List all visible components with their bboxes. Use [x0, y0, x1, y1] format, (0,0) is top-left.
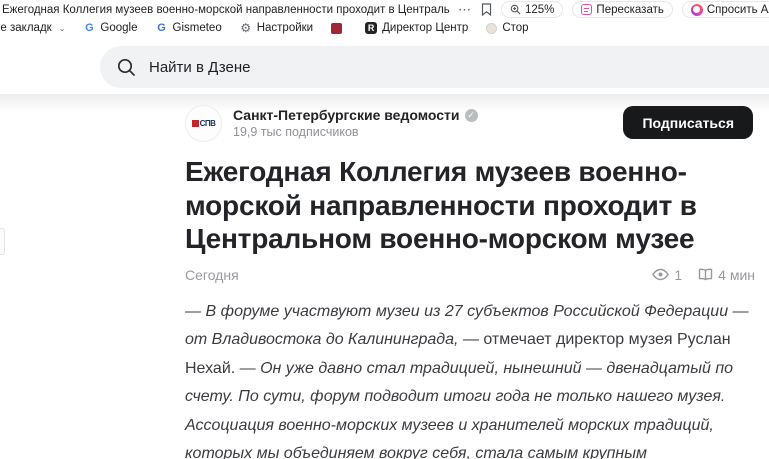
- bookmark-gismeteo-label: Gismeteo: [173, 22, 222, 34]
- retell-icon: [581, 4, 592, 15]
- search-placeholder: Найти в Дзене: [149, 59, 250, 76]
- bookmark-google[interactable]: G Google: [83, 22, 137, 34]
- avatar-red-square: [192, 120, 199, 127]
- search-input[interactable]: Найти в Дзене: [100, 46, 769, 88]
- gear-icon: ⚙: [240, 22, 252, 34]
- page-title-bar: Ежегодная Коллегия музеев военно-морской…: [2, 4, 450, 16]
- bookmark-stor[interactable]: Стор: [486, 22, 528, 34]
- ask-alice-button[interactable]: Спросить Алису А: [682, 1, 769, 18]
- publisher-avatar[interactable]: СПВ: [185, 105, 222, 142]
- quote-segment: — Он уже давно стал традицией, нынешний …: [185, 360, 745, 459]
- browser-toolbar: Ежегодная Коллегия музеев военно-морской…: [0, 0, 769, 19]
- browser-window: Ежегодная Коллегия музеев военно-морской…: [0, 0, 769, 459]
- rutube-icon: R: [365, 22, 377, 34]
- publisher-row: СПВ Санкт-Петербургские ведомости ✓ 19,9…: [185, 104, 755, 142]
- bookmark-google-label: Google: [100, 22, 137, 34]
- verified-badge-icon: ✓: [465, 109, 478, 122]
- bookmark-settings[interactable]: ⚙ Настройки: [240, 22, 313, 34]
- retell-label: Пересказать: [596, 4, 663, 16]
- views-icon: [652, 268, 669, 281]
- bookmarks-folder[interactable]: ие закладк ⌄: [0, 22, 65, 34]
- chevron-down-icon: ⌄: [59, 24, 66, 33]
- publisher-name[interactable]: Санкт-Петербургские ведомости: [233, 107, 460, 123]
- avatar-monogram: СПВ: [200, 119, 216, 128]
- read-time-icon: [698, 268, 713, 281]
- zoom-control[interactable]: 125%: [501, 1, 563, 18]
- article: СПВ Санкт-Петербургские ведомости ✓ 19,9…: [185, 104, 755, 459]
- views-count: 1: [674, 267, 682, 283]
- side-panel-handle[interactable]: [0, 228, 5, 255]
- bookmarks-folder-label: ие закладк: [0, 22, 52, 34]
- bookmark-gismeteo[interactable]: G Gismeteo: [156, 22, 222, 34]
- zoom-icon: [510, 4, 521, 15]
- read-time: 4 мин: [718, 267, 755, 283]
- google-icon: G: [83, 22, 95, 34]
- bookmark-director-label: Директор Центр: [382, 22, 468, 34]
- article-date: Сегодня: [185, 267, 239, 283]
- alice-icon: [691, 4, 703, 16]
- retell-button[interactable]: Пересказать: [572, 1, 672, 18]
- pale-favicon: [486, 23, 497, 34]
- subscribe-button[interactable]: Подписаться: [623, 106, 753, 139]
- bookmarks-bar: ие закладк ⌄ G Google G Gismeteo ⚙ Настр…: [0, 19, 769, 37]
- zoom-level: 125%: [525, 4, 554, 16]
- more-menu-icon[interactable]: ⋯: [458, 2, 472, 18]
- article-meta: Сегодня 1 4 мин: [185, 267, 755, 283]
- bookmark-settings-label: Настройки: [257, 22, 313, 34]
- article-title: Ежегодная Коллегия музеев военно-морской…: [185, 155, 755, 256]
- ask-alice-label: Спросить Алису А: [707, 4, 769, 16]
- bookmark-stor-label: Стор: [502, 22, 528, 34]
- publisher-info: Санкт-Петербургские ведомости ✓ 19,9 тыс…: [233, 107, 478, 139]
- red-favicon: [331, 23, 342, 34]
- bookmark-red-site[interactable]: [331, 23, 347, 34]
- article-body: — В форуме участвуют музеи из 27 субъект…: [185, 298, 755, 459]
- gismeteo-icon: G: [156, 22, 168, 34]
- search-row: Найти в Дзене: [100, 46, 769, 88]
- bookmark-director[interactable]: R Директор Центр: [365, 22, 468, 34]
- subscriber-count: 19,9 тыс подписчиков: [233, 125, 478, 139]
- search-icon: [117, 58, 136, 77]
- add-bookmark-icon[interactable]: [481, 3, 492, 16]
